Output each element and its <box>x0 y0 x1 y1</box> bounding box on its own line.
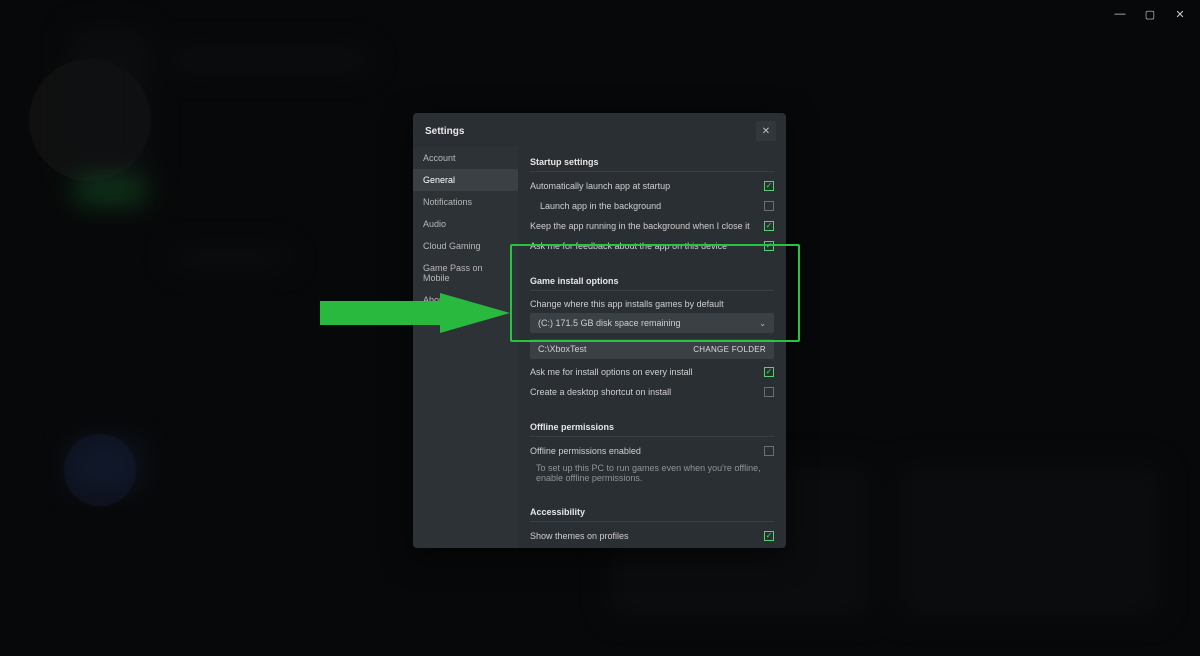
settings-dialog: Settings ✕ Account General Notifications… <box>413 113 786 548</box>
sidebar-item-notifications[interactable]: Notifications <box>413 191 518 213</box>
row-shortcut: Create a desktop shortcut on install <box>530 382 774 402</box>
sidebar-item-general[interactable]: General <box>413 169 518 191</box>
settings-sidebar: Account General Notifications Audio Clou… <box>413 147 518 548</box>
checkbox-auto-launch[interactable] <box>764 181 774 191</box>
drive-select-value: (C:) 171.5 GB disk space remaining <box>538 318 681 328</box>
checkbox-ask-every[interactable] <box>764 367 774 377</box>
window-titlebar: — ▢ ✕ <box>1114 0 1200 28</box>
section-accessibility-title: Accessibility <box>530 507 774 522</box>
change-folder-button[interactable]: CHANGE FOLDER <box>693 345 766 354</box>
label-launch-bg: Launch app in the background <box>530 201 661 211</box>
label-change-where: Change where this app installs games by … <box>530 295 774 309</box>
install-folder-path: C:\XboxTest <box>538 344 587 354</box>
label-themes: Show themes on profiles <box>530 531 629 541</box>
section-startup-title: Startup settings <box>530 157 774 172</box>
label-keep-bg: Keep the app running in the background w… <box>530 221 750 231</box>
label-ask-every: Ask me for install options on every inst… <box>530 367 693 377</box>
window-close-button[interactable]: ✕ <box>1174 8 1186 20</box>
row-themes: Show themes on profiles <box>530 526 774 546</box>
checkbox-shortcut[interactable] <box>764 387 774 397</box>
checkbox-keep-bg[interactable] <box>764 221 774 231</box>
chevron-down-icon: ⌄ <box>759 319 766 328</box>
label-offline-enabled: Offline permissions enabled <box>530 446 641 456</box>
dialog-body: Account General Notifications Audio Clou… <box>413 147 786 548</box>
sidebar-item-game-pass-mobile[interactable]: Game Pass on Mobile <box>413 257 518 289</box>
row-feedback: Ask me for feedback about the app on thi… <box>530 236 774 256</box>
checkbox-feedback[interactable] <box>764 241 774 251</box>
close-icon: ✕ <box>762 126 770 137</box>
row-keep-bg: Keep the app running in the background w… <box>530 216 774 236</box>
desktop-area: — ▢ ✕ Settings ✕ Account General Notific… <box>0 0 1200 656</box>
sidebar-item-audio[interactable]: Audio <box>413 213 518 235</box>
sidebar-item-about[interactable]: About <box>413 289 518 311</box>
label-shortcut: Create a desktop shortcut on install <box>530 387 671 397</box>
row-ask-every: Ask me for install options on every inst… <box>530 359 774 382</box>
row-launch-bg: Launch app in the background <box>530 196 774 216</box>
checkbox-launch-bg[interactable] <box>764 201 774 211</box>
dialog-title: Settings <box>425 126 464 137</box>
maximize-button[interactable]: ▢ <box>1144 8 1156 20</box>
checkbox-themes[interactable] <box>764 531 774 541</box>
checkbox-offline-enabled[interactable] <box>764 446 774 456</box>
install-folder-row: C:\XboxTest CHANGE FOLDER <box>530 339 774 359</box>
section-install-title: Game install options <box>530 276 774 291</box>
label-auto-launch: Automatically launch app at startup <box>530 181 670 191</box>
minimize-button[interactable]: — <box>1114 8 1126 20</box>
offline-hint: To set up this PC to run games even when… <box>530 461 774 487</box>
sidebar-item-account[interactable]: Account <box>413 147 518 169</box>
dialog-header: Settings ✕ <box>413 113 786 147</box>
label-feedback: Ask me for feedback about the app on thi… <box>530 241 727 251</box>
row-offline-enabled: Offline permissions enabled <box>530 441 774 461</box>
dialog-close-button[interactable]: ✕ <box>756 121 776 141</box>
row-preview: Show video preview on hover <box>530 546 774 548</box>
settings-content[interactable]: Startup settings Automatically launch ap… <box>518 147 786 548</box>
sidebar-item-cloud-gaming[interactable]: Cloud Gaming <box>413 235 518 257</box>
row-auto-launch: Automatically launch app at startup <box>530 176 774 196</box>
section-offline-title: Offline permissions <box>530 422 774 437</box>
drive-select[interactable]: (C:) 171.5 GB disk space remaining ⌄ <box>530 313 774 333</box>
